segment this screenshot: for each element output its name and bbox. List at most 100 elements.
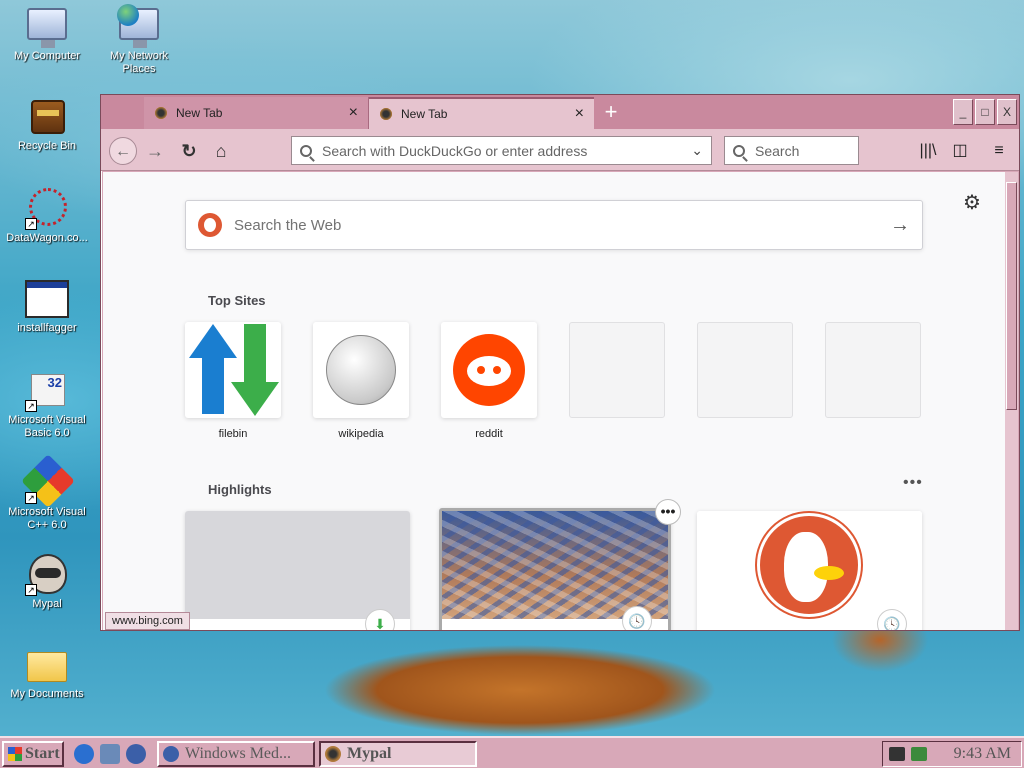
desktop-icon-label: My Computer (13, 50, 81, 62)
desktop-icon-visual-basic[interactable]: 32 ↗ Microsoft Visual Basic 6.0 (2, 368, 92, 440)
chevron-down-icon[interactable]: ⌄ (691, 142, 703, 159)
highlight-card[interactable]: ⬇ (185, 511, 410, 630)
new-tab-button[interactable]: + (598, 98, 624, 126)
desktop-icon-visual-cpp[interactable]: ↗ Microsoft Visual C++ 6.0 (2, 454, 92, 532)
network-icon[interactable] (911, 747, 927, 761)
application-window-icon (25, 280, 69, 318)
desktop-icon-label: Microsoft Visual Basic 6.0 (8, 414, 86, 439)
filebin-tile[interactable] (185, 322, 281, 418)
desktop-icon-installfagger[interactable]: installfagger (2, 276, 92, 335)
empty-tile[interactable] (697, 322, 793, 418)
home-button[interactable]: ⌂ (207, 137, 235, 165)
search-placeholder: Search (755, 142, 800, 159)
shortcut-arrow-icon: ↗ (25, 400, 37, 412)
desktop-icon[interactable] (100, 744, 120, 764)
start-button[interactable]: Start (2, 741, 64, 767)
sidebar-icon[interactable]: ◫ (948, 139, 972, 163)
raccoon-favicon-icon (379, 107, 393, 121)
start-label: Start (25, 745, 60, 762)
highlight-thumbnail (185, 511, 410, 619)
desktop-icon-my-computer[interactable]: My Computer (2, 4, 92, 63)
wikipedia-tile[interactable] (313, 322, 409, 418)
minimize-button[interactable]: _ (953, 99, 973, 125)
top-sites-title: Top Sites (208, 293, 266, 308)
desktop-icon-label: Mypal (32, 598, 62, 610)
clock[interactable]: 9:43 AM (954, 745, 1011, 763)
web-search-box[interactable]: Search the Web → (185, 200, 923, 250)
close-tab-icon[interactable]: × (349, 104, 358, 122)
status-url: www.bing.com (105, 612, 190, 630)
desktop-icon-my-documents[interactable]: My Documents (2, 642, 92, 701)
close-tab-icon[interactable]: × (575, 105, 584, 123)
clock-icon: 🕓 (622, 606, 652, 630)
forward-button[interactable]: → (141, 137, 169, 165)
keyboard-icon[interactable] (889, 747, 905, 761)
navigation-toolbar: ← → ↻ ⌂ Search with DuckDuckGo or enter … (101, 129, 1019, 171)
library-icon[interactable]: |||\ (916, 139, 940, 163)
gear-icon[interactable]: ⚙ (963, 190, 981, 215)
browser-window: New Tab × New Tab × + _ □ X ← → ↻ ⌂ Sear… (100, 94, 1020, 631)
download-arrow-icon (231, 382, 279, 416)
top-site-label: reddit (475, 428, 503, 440)
computer-icon (27, 8, 67, 48)
taskbar-button-windows-media[interactable]: Windows Med... (157, 741, 315, 767)
highlights-more-icon[interactable]: ••• (903, 474, 923, 492)
wikipedia-globe-icon (326, 335, 396, 405)
upload-arrow-icon (189, 324, 237, 358)
top-site-empty[interactable] (569, 322, 665, 428)
tab-title: New Tab (401, 107, 448, 121)
back-button[interactable]: ← (109, 137, 137, 165)
empty-tile[interactable] (825, 322, 921, 418)
top-site-reddit[interactable]: reddit (441, 322, 537, 440)
desktop-icon-my-network-places[interactable]: My Network Places (94, 4, 184, 76)
desktop-icon-recycle-bin[interactable]: Recycle Bin (2, 94, 92, 153)
tab-new-tab-2[interactable]: New Tab × (369, 97, 594, 129)
top-site-empty[interactable] (697, 322, 793, 428)
menu-icon[interactable]: ≡ (987, 139, 1011, 163)
desktop-icon-mypal[interactable]: ↗ Mypal (2, 552, 92, 611)
empty-tile[interactable] (569, 322, 665, 418)
shortcut-arrow-icon: ↗ (25, 218, 37, 230)
tab-new-tab-1[interactable]: New Tab × (144, 97, 369, 129)
reddit-alien-icon (453, 334, 525, 406)
scrollbar-thumb[interactable] (1006, 182, 1017, 410)
taskbar: Start Windows Med... Mypal 9:43 AM (0, 736, 1024, 768)
vertical-scrollbar[interactable] (1005, 172, 1018, 630)
media-player-icon (163, 746, 179, 762)
upload-arrow-stem (202, 356, 224, 414)
window-controls: _ □ X (953, 99, 1017, 125)
internet-explorer-icon[interactable] (74, 744, 94, 764)
shortcut-arrow-icon: ↗ (25, 492, 37, 504)
shortcut-arrow-icon: ↗ (25, 584, 37, 596)
media-player-icon[interactable] (126, 744, 146, 764)
raccoon-icon (325, 746, 341, 762)
top-site-wikipedia[interactable]: wikipedia (313, 322, 409, 440)
close-window-button[interactable]: X (997, 99, 1017, 125)
reddit-tile[interactable] (441, 322, 537, 418)
address-bar[interactable]: Search with DuckDuckGo or enter address … (291, 136, 712, 165)
arrow-right-icon[interactable]: → (890, 214, 910, 237)
highlight-thumbnail (697, 511, 922, 619)
highlight-card[interactable]: 🕓 (439, 508, 671, 630)
desktop-icon-datawagon[interactable]: ↗ DataWagon.co... (2, 186, 92, 245)
top-site-filebin[interactable]: filebin (185, 322, 281, 440)
top-site-label: filebin (218, 428, 248, 440)
web-search-placeholder: Search the Web (234, 216, 342, 234)
desktop-icon-label: Recycle Bin (17, 140, 77, 152)
duckduckgo-icon (198, 213, 222, 237)
highlight-context-menu-icon[interactable]: ••• (655, 499, 681, 525)
search-bar[interactable]: Search (724, 136, 859, 165)
taskbar-button-mypal[interactable]: Mypal (319, 741, 477, 767)
desktop-icon-label: My Documents (10, 688, 84, 700)
desktop-icon-label: Microsoft Visual C++ 6.0 (8, 506, 86, 531)
task-label: Mypal (347, 745, 392, 762)
tab-strip: New Tab × New Tab × + _ □ X (101, 95, 1019, 129)
search-icon (733, 144, 745, 157)
top-site-empty[interactable] (825, 322, 921, 428)
highlight-card[interactable]: 🕓 (697, 511, 922, 630)
reload-button[interactable]: ↻ (175, 137, 203, 165)
address-placeholder: Search with DuckDuckGo or enter address (322, 142, 588, 159)
download-arrow-stem (244, 324, 266, 384)
maximize-button[interactable]: □ (975, 99, 995, 125)
tab-title: New Tab (176, 106, 223, 120)
